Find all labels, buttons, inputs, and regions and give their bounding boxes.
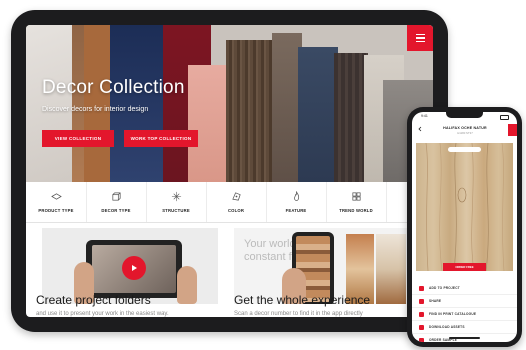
hamburger-icon xyxy=(415,40,425,42)
hero-subtitle: Discover decors for interior design xyxy=(42,106,149,113)
feature-subtitle: Scan a decor number to find it in the ap… xyxy=(234,311,363,317)
hamburger-icon xyxy=(415,34,425,36)
home-indicator xyxy=(449,337,480,339)
share-tab-button[interactable] xyxy=(508,124,517,136)
action-label: FIND IN PRINT CATALOGUE xyxy=(429,312,477,316)
feature-subtitle: and use it to present your work in the e… xyxy=(36,311,169,317)
worktop-collection-button[interactable]: WORK TOP COLLECTION xyxy=(124,130,198,147)
category-structure[interactable]: STRUCTURE xyxy=(146,182,207,222)
category-product-type[interactable]: PRODUCT TYPE xyxy=(26,182,87,222)
play-button[interactable] xyxy=(122,256,146,280)
download-icon xyxy=(419,324,424,330)
category-label: COLOR xyxy=(227,208,245,213)
category-decor-type[interactable]: DECOR TYPE xyxy=(86,182,147,222)
status-bar: 9:41 xyxy=(412,112,517,122)
feature-title: Create project folders xyxy=(36,293,151,307)
action-find-in-print-catalogue[interactable]: FIND IN PRINT CATALOGUE xyxy=(412,308,517,321)
layers-icon xyxy=(50,193,62,200)
decor-title: HALIFAX OCHE NATUR xyxy=(443,126,487,130)
tablet-device: Decor Collection Discover decors for int… xyxy=(11,10,448,332)
cube-icon xyxy=(111,192,121,201)
action-label: SHARE xyxy=(429,299,442,303)
decor-panel xyxy=(110,25,165,182)
category-label: PRODUCT TYPE xyxy=(38,208,74,213)
hand-right xyxy=(177,266,197,304)
category-feature[interactable]: FEATURE xyxy=(266,182,327,222)
phone-screen: 9:41 HALIFAX OCHE NATUR H1180 ST37 ORDER… xyxy=(412,112,517,342)
action-add-to-project[interactable]: ADD TO PROJECT xyxy=(412,282,517,295)
category-trend-world[interactable]: TREND WORLD xyxy=(326,182,387,222)
decor-panel xyxy=(84,25,110,182)
action-list: ADD TO PROJECT SHARE FIND IN PRINT CATAL… xyxy=(412,282,517,342)
status-time: 9:41 xyxy=(421,114,428,118)
battery-icon xyxy=(500,115,509,120)
menu-button[interactable] xyxy=(407,25,433,51)
decor-code: H1180 ST37 xyxy=(457,131,473,135)
view-collection-button[interactable]: VIEW COLLECTION xyxy=(42,130,114,147)
flame-icon xyxy=(293,191,299,201)
swatch-label-pill xyxy=(448,147,481,152)
decor-panel xyxy=(334,53,368,182)
mini-tablet xyxy=(86,240,182,298)
grid-icon xyxy=(351,192,361,201)
cart-icon xyxy=(419,337,424,342)
category-color[interactable]: COLOR xyxy=(206,182,267,222)
decor-panel xyxy=(298,47,338,182)
action-label: ADD TO PROJECT xyxy=(429,286,460,290)
structure-icon xyxy=(171,191,181,202)
book-icon xyxy=(419,311,424,317)
phone-device: 9:41 HALIFAX OCHE NATUR H1180 ST37 ORDER… xyxy=(407,107,522,347)
hero-title: Decor Collection xyxy=(42,77,185,98)
hamburger-icon xyxy=(415,37,425,39)
decor-swatch-image xyxy=(416,143,513,271)
action-share[interactable]: SHARE xyxy=(412,295,517,308)
tablet-screen: Decor Collection Discover decors for int… xyxy=(26,25,433,317)
action-download-assets[interactable]: DOWNLOAD ASSETS xyxy=(412,321,517,334)
decor-panel xyxy=(188,65,230,182)
category-label: STRUCTURE xyxy=(162,208,190,213)
back-arrow-icon[interactable] xyxy=(417,126,423,132)
palette-icon xyxy=(231,192,241,201)
feature-title: Get the whole experience xyxy=(234,293,371,307)
wood-grain xyxy=(425,143,505,271)
category-label: TREND WORLD xyxy=(339,208,373,213)
category-label: DECOR TYPE xyxy=(101,208,131,213)
category-bar: PRODUCT TYPE DECOR TYPE STRUCTURE COLOR … xyxy=(26,182,433,223)
hero-banner: Decor Collection Discover decors for int… xyxy=(26,25,433,182)
phone-header: HALIFAX OCHE NATUR H1180 ST37 xyxy=(412,122,517,136)
swatch-block xyxy=(376,234,406,304)
play-icon xyxy=(132,265,137,271)
share-icon xyxy=(419,298,424,304)
action-label: DOWNLOAD ASSETS xyxy=(429,325,465,329)
category-label: FEATURE xyxy=(285,208,307,213)
decor-panel xyxy=(226,40,276,182)
notch xyxy=(446,112,483,118)
folder-icon xyxy=(419,285,424,291)
order-free-button[interactable]: ORDER FREE xyxy=(443,263,486,271)
